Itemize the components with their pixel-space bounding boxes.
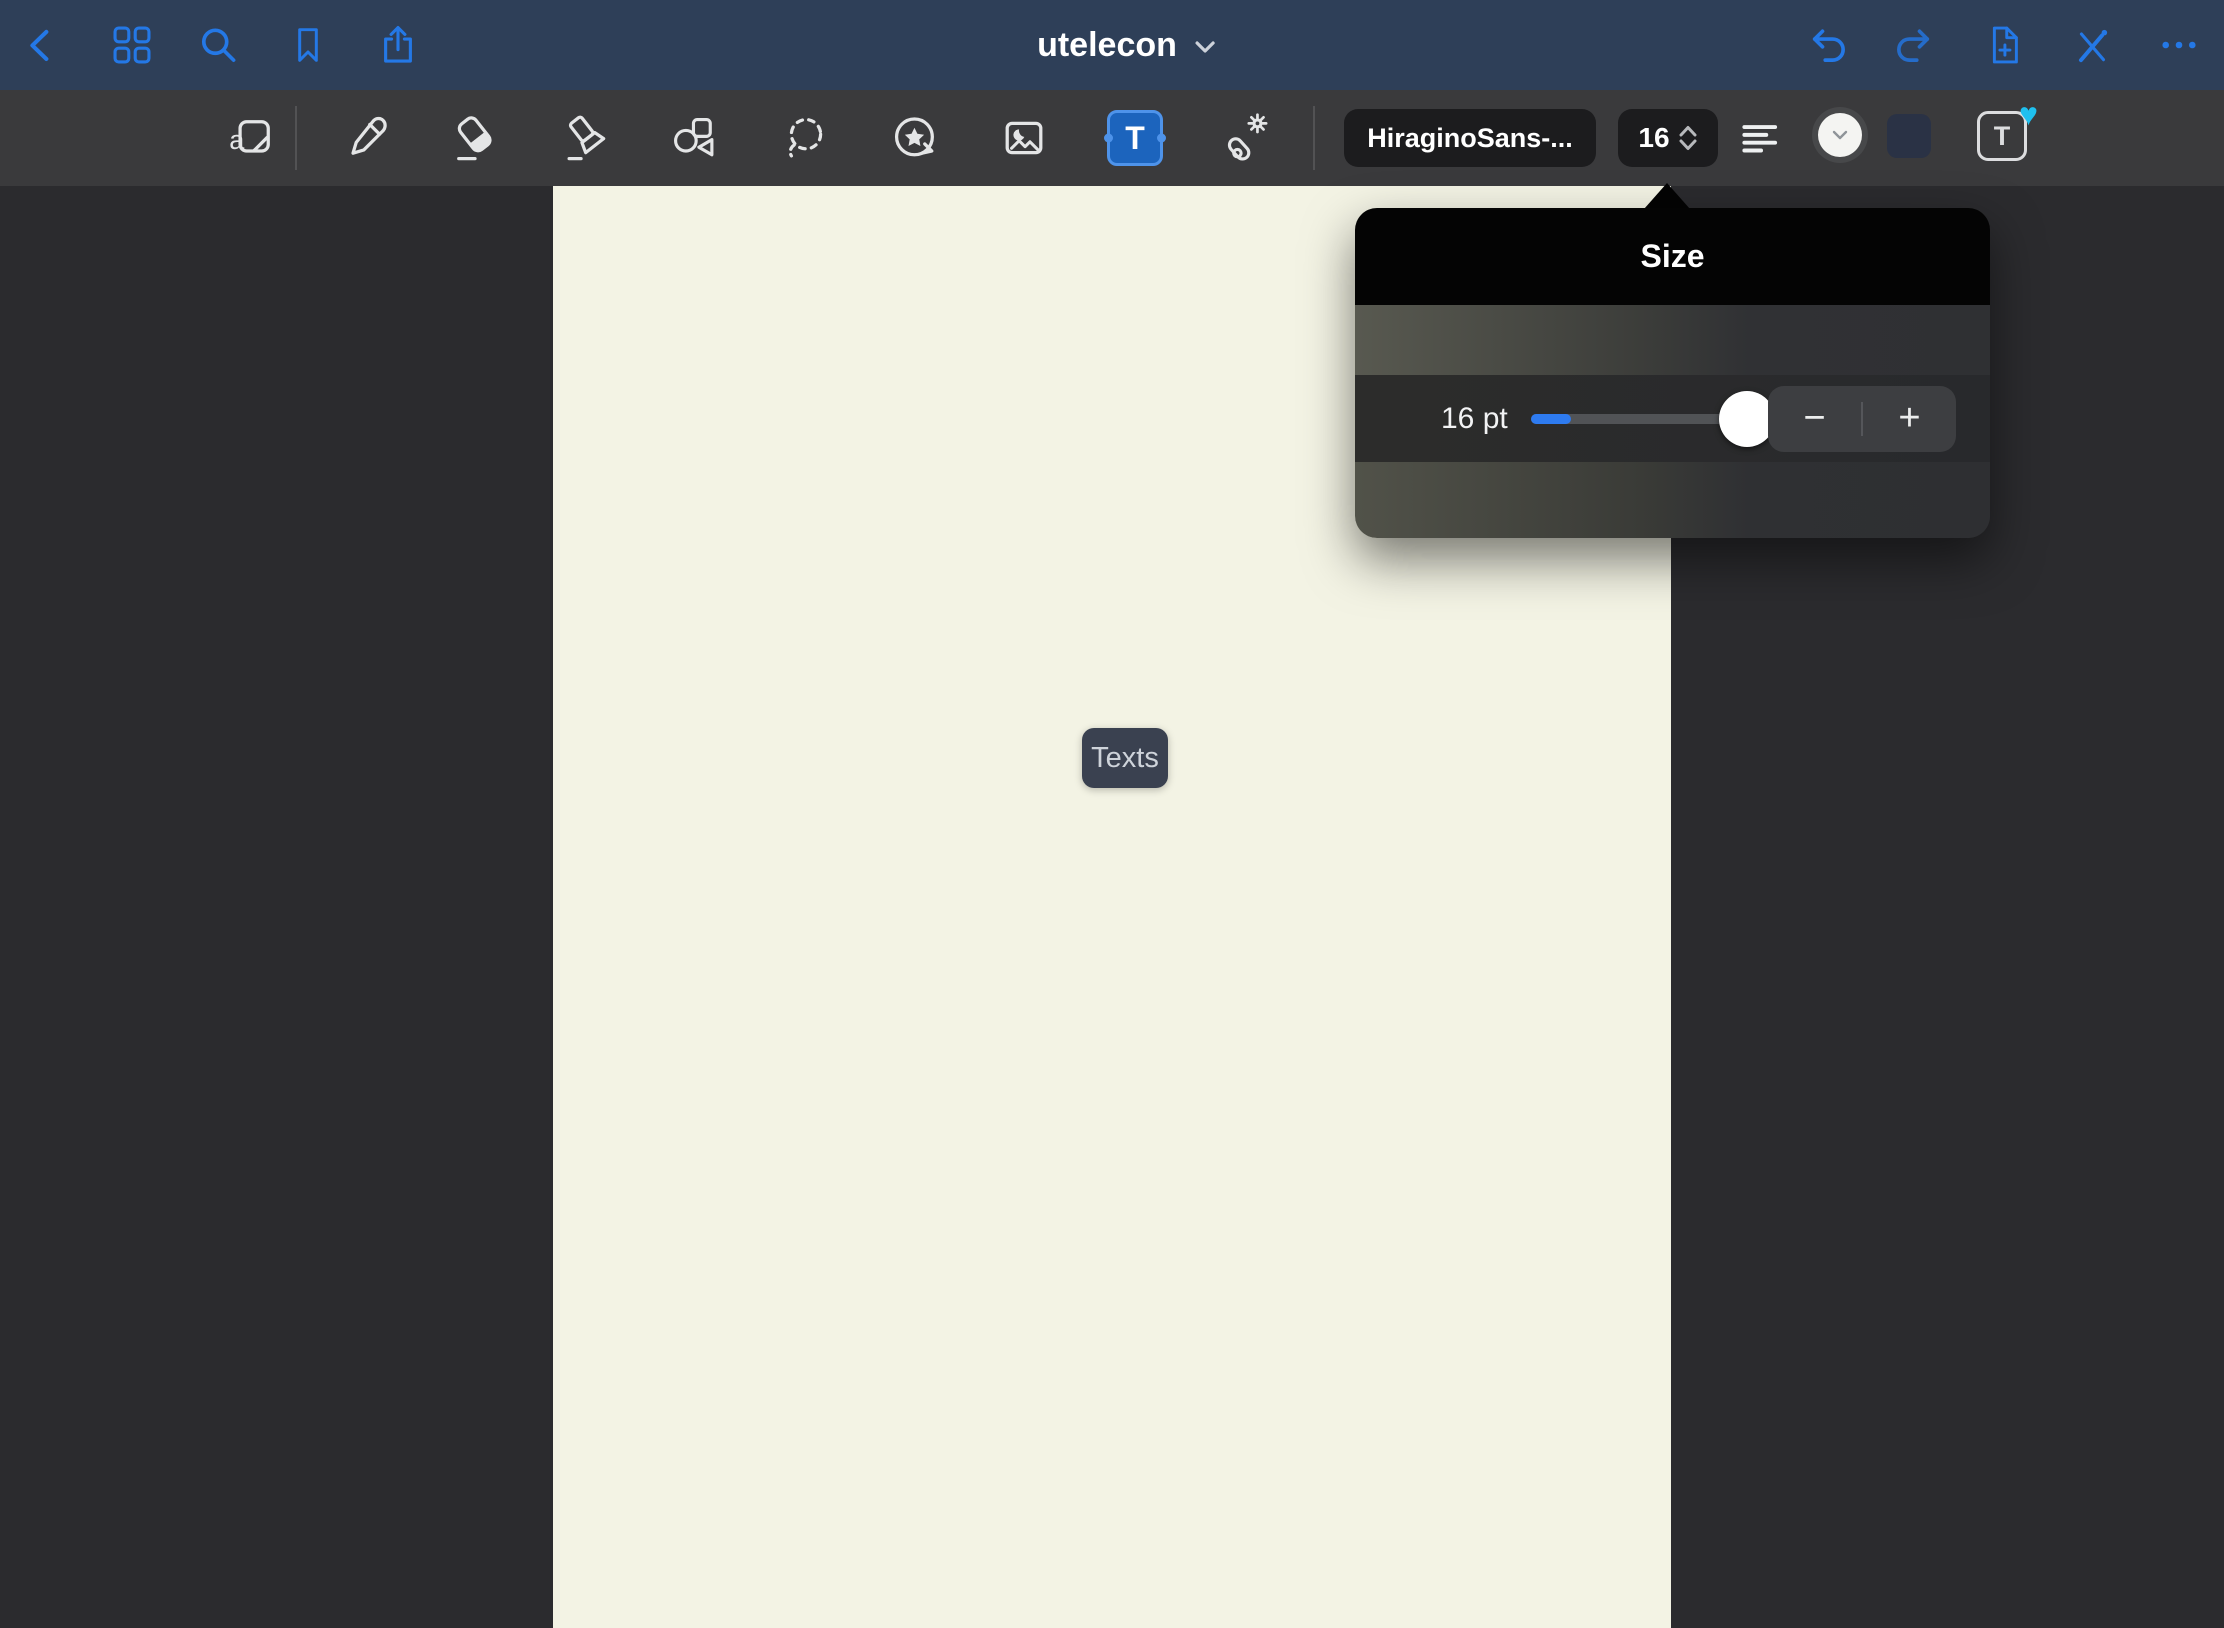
add-page-icon [1982, 23, 2026, 67]
texts-selection-label: Texts [1091, 742, 1159, 775]
undo-button[interactable] [1805, 22, 1851, 68]
align-left-icon [1735, 113, 1785, 163]
top-navigation-bar: utelecon [0, 0, 2224, 90]
toolbar-divider [295, 106, 297, 170]
image-tool-button[interactable] [996, 110, 1052, 166]
popover-arrow [1644, 183, 1690, 209]
laser-pointer-tool-button[interactable] [1217, 110, 1273, 166]
document-title: utelecon [1037, 26, 1177, 65]
increase-size-button[interactable]: + [1863, 386, 1956, 452]
sticker-tool-button[interactable] [887, 110, 943, 166]
pen-icon [340, 112, 392, 164]
lasso-tool-button[interactable] [778, 110, 834, 166]
background-color-swatch[interactable] [1887, 114, 1931, 158]
chevron-down-icon [1831, 129, 1849, 141]
read-mode-button[interactable]: a [224, 110, 280, 166]
shapes-icon [668, 112, 720, 164]
text-tool-button[interactable]: T [1107, 110, 1163, 166]
laser-pointer-icon [1219, 112, 1271, 164]
more-dots-icon [2157, 23, 2201, 67]
slider-thumb[interactable] [1719, 391, 1775, 447]
popover-band-top [1355, 305, 1990, 375]
lasso-icon [780, 112, 832, 164]
end-editing-button[interactable] [2069, 22, 2115, 68]
decrease-size-button[interactable]: − [1768, 386, 1861, 452]
texts-selection-button[interactable]: Texts [1082, 728, 1168, 788]
popover-title: Size [1640, 238, 1704, 275]
font-size-popover: Size 16 pt − + [1355, 208, 1990, 538]
document-a-icon: a [226, 112, 278, 164]
add-page-button[interactable] [1981, 22, 2027, 68]
svg-text:a: a [229, 124, 245, 155]
text-tool-icon: T [1125, 120, 1145, 157]
undo-icon [1806, 23, 1850, 67]
pen-tool-button[interactable] [338, 110, 394, 166]
eraser-icon [449, 112, 501, 164]
text-style-icon: T [1994, 121, 2011, 152]
font-family-button[interactable]: HiraginoSans-... [1344, 109, 1596, 167]
pages-overview-button[interactable] [109, 22, 155, 68]
minus-icon: − [1803, 397, 1825, 440]
search-button[interactable] [195, 22, 241, 68]
popover-band-bottom [1355, 462, 1990, 538]
image-icon [998, 112, 1050, 164]
heart-icon: ♥ [2019, 98, 2038, 130]
tools-toolbar: a [0, 90, 2224, 186]
font-size-slider[interactable] [1531, 375, 1734, 462]
font-size-button[interactable]: 16 [1618, 109, 1718, 167]
redo-icon [1892, 23, 1936, 67]
eraser-tool-button[interactable] [447, 110, 503, 166]
document-title-button[interactable]: utelecon [1037, 0, 1217, 90]
font-family-label: HiraginoSans-... [1367, 123, 1573, 154]
font-size-value: 16 [1638, 122, 1669, 154]
app-window: utelecon [0, 0, 2224, 1628]
selected-color-white-swatch [1818, 113, 1862, 157]
back-button[interactable] [19, 22, 65, 68]
text-style-favorites-button[interactable]: T ♥ [1977, 111, 2027, 161]
toolbar-divider [1313, 106, 1315, 170]
bookmark-icon [287, 24, 329, 66]
share-icon [376, 23, 420, 67]
plus-icon: + [1898, 397, 1920, 440]
chevron-up-down-icon [1678, 122, 1698, 154]
grid-icon [110, 23, 154, 67]
stylus-x-icon [2070, 23, 2114, 67]
more-options-button[interactable] [2156, 22, 2202, 68]
highlighter-icon [561, 112, 613, 164]
text-color-button[interactable] [1812, 107, 1868, 163]
text-alignment-button[interactable] [1732, 110, 1788, 166]
font-size-stepper: − + [1768, 386, 1956, 452]
redo-button[interactable] [1891, 22, 1937, 68]
search-icon [196, 23, 240, 67]
share-button[interactable] [375, 22, 421, 68]
popover-header: Size [1355, 208, 1990, 305]
bookmark-button[interactable] [285, 22, 331, 68]
sticker-star-icon [889, 112, 941, 164]
slider-active-track [1531, 414, 1571, 424]
back-chevron-icon [21, 24, 63, 66]
shapes-tool-button[interactable] [666, 110, 722, 166]
chevron-down-icon [1193, 39, 1217, 55]
font-size-pt-label: 16 pt [1441, 375, 1508, 462]
font-size-row: 16 pt − + [1355, 375, 1990, 462]
highlighter-tool-button[interactable] [559, 110, 615, 166]
